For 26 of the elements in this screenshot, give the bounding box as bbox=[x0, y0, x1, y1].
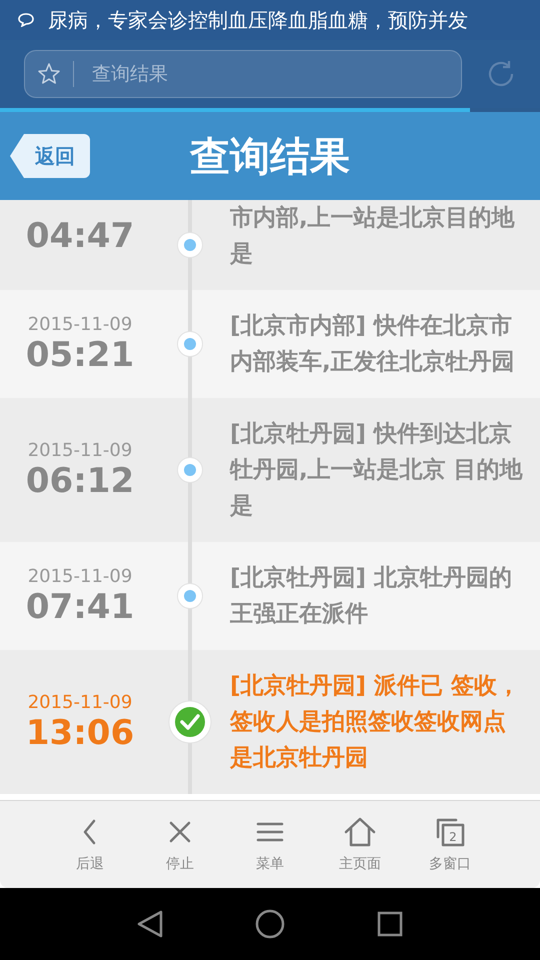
toolbar-button[interactable]: 2 多窗口 bbox=[405, 801, 495, 888]
page-title: 查询结果 bbox=[190, 134, 350, 180]
toolbar-button[interactable]: 停止 bbox=[135, 801, 225, 888]
event-date: 2015-11-09 bbox=[28, 314, 132, 334]
event-time: 13:06 bbox=[26, 712, 134, 752]
event-text: [北京市内部] 快件在北京市内部装车,正发往北京牡丹园 bbox=[229, 312, 516, 377]
event-text: [北京牡丹园] 北京牡丹园的王强正在派件 bbox=[229, 564, 514, 629]
chat-bubble-icon bbox=[18, 13, 34, 27]
event-time: 07:41 bbox=[26, 586, 134, 626]
home-icon bbox=[344, 816, 376, 846]
event-time: 04:47 bbox=[26, 216, 134, 256]
event-text: 市内部,上一站是北京目的地是 bbox=[229, 204, 516, 269]
event-date: 2015-11-09 bbox=[28, 692, 132, 712]
notification-text: 尿病，专家会诊控制血压降血脂血糖，预防并发 bbox=[48, 6, 468, 34]
back-button[interactable]: 返回 bbox=[10, 134, 90, 178]
event-text: [北京牡丹园] 快件到达北京牡丹园,上一站是北京 目的地是 bbox=[228, 420, 524, 521]
event-time: 06:12 bbox=[26, 460, 134, 500]
address-bar[interactable]: 查询结果 bbox=[24, 50, 462, 98]
toolbar-button[interactable]: 后退 bbox=[45, 801, 135, 888]
event-date: 2015-11-09 bbox=[28, 566, 132, 586]
event-text: [北京牡丹园] 派件已 签收，签收人是拍照签收签收网点是北京牡丹园 bbox=[229, 672, 522, 773]
event-date: 2015-11-09 bbox=[28, 440, 132, 460]
toolbar-button[interactable]: 菜单 bbox=[225, 801, 315, 888]
event-time: 05:21 bbox=[26, 334, 134, 374]
toolbar-button[interactable]: 主页面 bbox=[315, 801, 405, 888]
star-icon[interactable] bbox=[37, 62, 61, 86]
